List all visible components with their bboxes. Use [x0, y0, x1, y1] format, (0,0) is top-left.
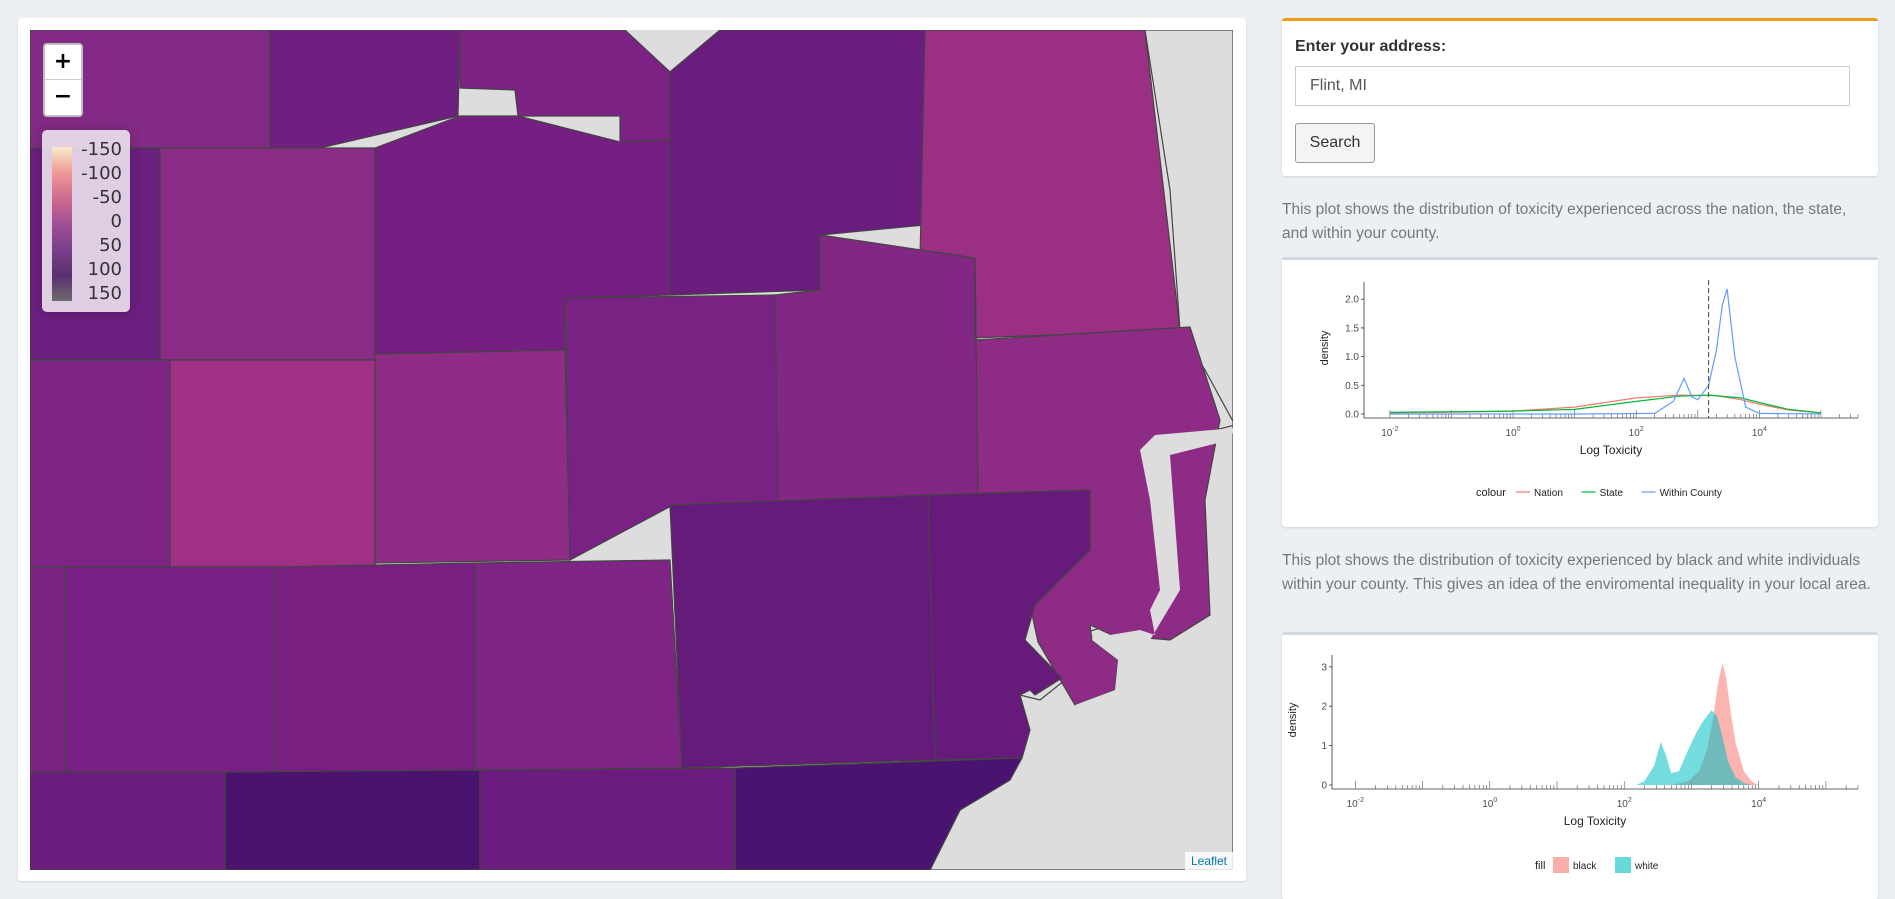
- legend-color-bar: [52, 147, 72, 301]
- plot2-panel: 0 1 2 3 10-2 100 102 104 Log Toxicity density fill…: [1282, 632, 1878, 899]
- x-tick-label: 102: [1629, 426, 1644, 439]
- legend-label-black: black: [1573, 861, 1597, 872]
- x-tick-label: 104: [1751, 797, 1766, 810]
- address-label: Enter your address:: [1295, 38, 1447, 55]
- county: [479, 767, 736, 870]
- county: [159, 147, 376, 361]
- map-panel: + − -150 -100 -50 0 50 100 150 Leaflet: [18, 18, 1246, 881]
- legend-label: -100: [81, 163, 122, 184]
- legend-label: 50: [99, 235, 122, 256]
- plot1-description: This plot shows the distribution of toxi…: [1282, 201, 1847, 242]
- county-map-shapes[interactable]: [30, 30, 1233, 870]
- series-Within County-line: [1389, 288, 1821, 415]
- y-tick-label: 2.0: [1345, 295, 1359, 306]
- x-tick-label: 104: [1752, 426, 1767, 439]
- legend-title: colour: [1476, 487, 1506, 499]
- search-button[interactable]: Search: [1295, 123, 1375, 163]
- county: [669, 494, 936, 769]
- legend-label: -50: [92, 187, 122, 208]
- county: [374, 349, 571, 564]
- county: [30, 359, 171, 568]
- zoom-control: + −: [43, 43, 83, 117]
- y-tick-label: 0: [1321, 781, 1327, 792]
- x-axis-title: Log Toxicity: [1564, 814, 1626, 828]
- legend-label: 0: [110, 211, 122, 232]
- y-tick-label: 0.0: [1345, 410, 1359, 421]
- county: [224, 769, 481, 870]
- y-axis-title: density: [1319, 330, 1331, 365]
- y-axis-title: density: [1287, 702, 1299, 737]
- map-legend: -150 -100 -50 0 50 100 150: [42, 130, 130, 312]
- x-tick-label: 10-2: [1381, 426, 1398, 439]
- x-tick-label: 100: [1482, 797, 1497, 810]
- zoom-in-button[interactable]: +: [45, 45, 81, 79]
- y-tick-label: 0.5: [1345, 381, 1359, 392]
- y-tick-label: 1.0: [1345, 352, 1359, 363]
- y-tick-label: 3: [1321, 662, 1327, 673]
- county: [274, 562, 476, 773]
- series-Nation-line: [1389, 394, 1821, 414]
- plot2-description: This plot shows the distribution of toxi…: [1282, 552, 1871, 593]
- county: [474, 559, 683, 771]
- legend-label: 100: [87, 259, 122, 280]
- x-axis-title: Log Toxicity: [1580, 443, 1642, 457]
- legend-label-white: white: [1634, 861, 1659, 872]
- county: [30, 566, 66, 773]
- county: [64, 566, 276, 773]
- x-tick-label: 100: [1506, 426, 1521, 439]
- x-tick-label: 10-2: [1347, 797, 1364, 810]
- legend-label-Nation: Nation: [1534, 488, 1563, 499]
- y-tick-label: 2: [1321, 702, 1327, 713]
- choropleth-map[interactable]: + − -150 -100 -50 0 50 100 150 Leaflet: [30, 30, 1233, 870]
- legend-key-white: [1615, 857, 1631, 873]
- toxicity-distribution-chart: 0.0 0.5 1.0 1.5 2.0 10-2 100 102 104 Log Toxicity…: [1319, 280, 1859, 499]
- address-search-panel: Enter your address: Flint, MI Search: [1282, 18, 1878, 176]
- x-tick-label: 102: [1617, 797, 1632, 810]
- plot1-panel: 0.0 0.5 1.0 1.5 2.0 10-2 100 102 104 Log Toxicity…: [1282, 257, 1878, 527]
- address-input[interactable]: Flint, MI: [1295, 66, 1850, 106]
- y-tick-label: 1: [1321, 741, 1327, 752]
- county: [169, 359, 376, 571]
- racial-toxicity-chart: 0 1 2 3 10-2 100 102 104 Log Toxicity density fill…: [1287, 655, 1859, 873]
- legend-title: fill: [1535, 860, 1545, 872]
- y-tick-label: 1.5: [1345, 323, 1359, 334]
- county: [30, 771, 226, 870]
- leaflet-attribution-link[interactable]: Leaflet: [1184, 852, 1233, 870]
- legend-label: 150: [87, 283, 122, 304]
- legend-label-State: State: [1600, 488, 1624, 499]
- legend-label-Within County: Within County: [1660, 488, 1722, 499]
- zoom-out-button[interactable]: −: [45, 79, 81, 114]
- legend-label: -150: [81, 139, 122, 160]
- legend-key-black: [1553, 857, 1569, 873]
